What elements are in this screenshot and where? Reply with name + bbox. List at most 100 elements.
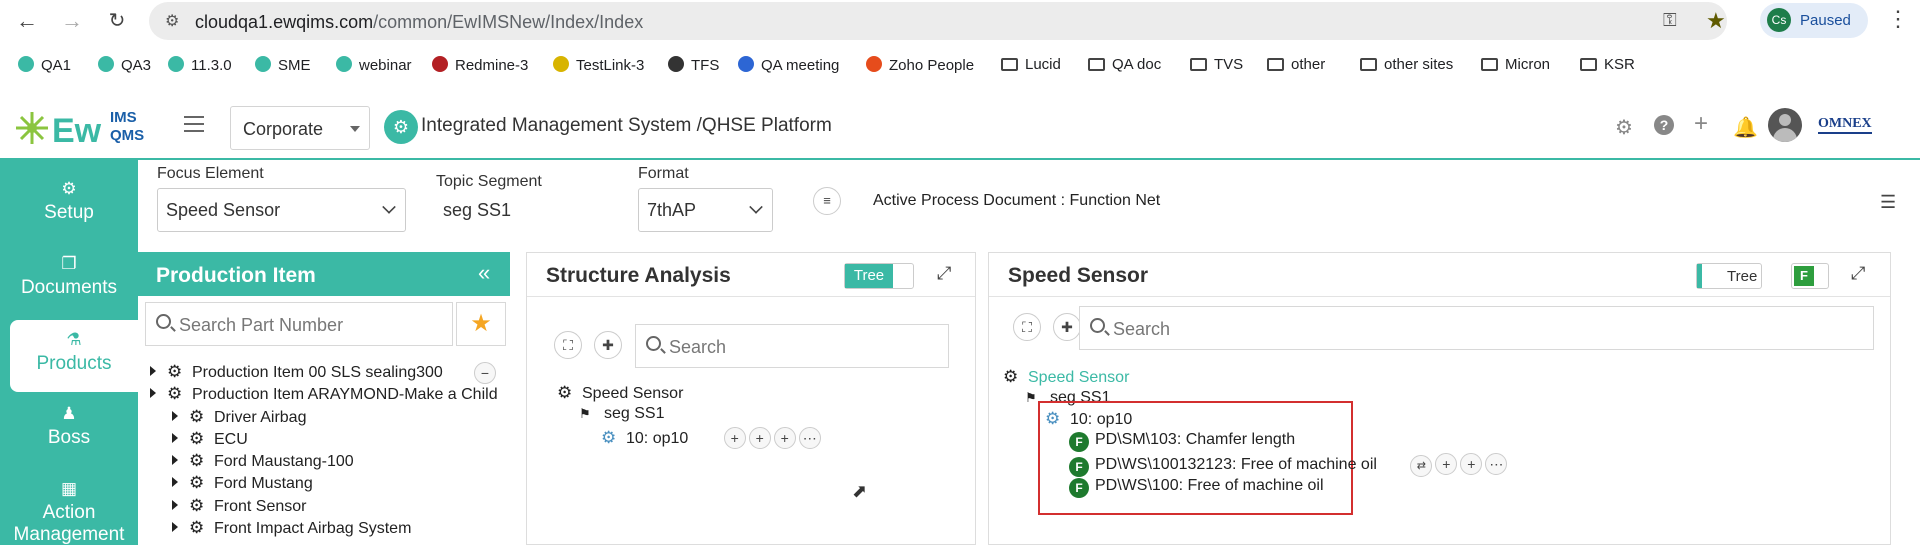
focus-element-select[interactable]: Speed Sensor xyxy=(157,188,406,232)
back-icon[interactable]: ← xyxy=(12,6,42,36)
bookmark-5[interactable]: Redmine-3 xyxy=(432,56,528,74)
shuffle-button[interactable]: ⇄ xyxy=(1410,455,1433,477)
filter-sliders-icon[interactable]: ☰ xyxy=(1880,192,1896,213)
user-avatar[interactable] xyxy=(1768,108,1802,142)
bookmark-16[interactable]: KSR xyxy=(1580,56,1635,73)
speed-sensor-search-input[interactable]: Search xyxy=(1079,306,1874,350)
tree-node-op[interactable]: ⚙ 10: op10 + + + ⋯ xyxy=(557,427,821,449)
settings-icon[interactable]: ⚙ xyxy=(1615,115,1633,140)
bookmark-14[interactable]: other sites xyxy=(1360,56,1453,73)
more-options-button[interactable]: ⋯ xyxy=(798,427,821,449)
bookmark-7[interactable]: TFS xyxy=(668,56,719,74)
reload-icon[interactable]: ↻ xyxy=(102,6,132,36)
production-tree-node[interactable]: ⚙ Front Impact Airbag System xyxy=(150,518,498,540)
expand-all-icon[interactable]: ⛶ xyxy=(1013,313,1041,341)
address-bar[interactable]: ⚙ cloudqa1.ewqims.com/common/EwIMSNew/In… xyxy=(149,2,1727,40)
add-button[interactable]: + xyxy=(1460,453,1483,475)
expand-arrow-icon[interactable] xyxy=(150,366,161,376)
function-node[interactable]: F PD\SM\103: Chamfer length xyxy=(1045,431,1507,453)
bookmark-2[interactable]: 11.3.0 xyxy=(168,56,232,74)
sidebar-item-2[interactable]: ⚗ Products xyxy=(10,320,138,392)
add-child-button[interactable]: + xyxy=(723,427,746,449)
expand-panel-icon[interactable]: ⤢ xyxy=(1851,263,1865,284)
expand-all-icon[interactable]: ⛶ xyxy=(554,331,582,359)
function-node[interactable]: F PD\WS\100132123: Free of machine oil ⇄ +… xyxy=(1045,453,1508,477)
bookmark-star-icon[interactable]: ★ xyxy=(1706,8,1726,34)
tree-toggle[interactable]: Tree xyxy=(844,263,914,289)
folder-icon xyxy=(1088,58,1105,71)
search-icon xyxy=(646,336,661,351)
help-icon[interactable]: ? xyxy=(1654,115,1674,135)
bookmark-10[interactable]: Lucid xyxy=(1001,56,1061,73)
production-item-label: Ford Maustang-100 xyxy=(214,453,354,471)
tree-node-segment[interactable]: ⚑ seg SS1 xyxy=(557,405,821,427)
tree-toggle[interactable]: Tree xyxy=(1696,263,1762,289)
expand-arrow-icon[interactable] xyxy=(150,388,161,399)
production-tree-node[interactable]: ⚙ Driver Airbag xyxy=(150,407,498,429)
site-info-icon[interactable]: ⚙ xyxy=(165,11,179,31)
bookmark-label: KSR xyxy=(1604,56,1635,73)
collapse-all-icon[interactable]: ✚ xyxy=(594,331,622,359)
bookmark-0[interactable]: QA1 xyxy=(18,56,71,74)
bookmark-1[interactable]: QA3 xyxy=(98,56,151,74)
expand-arrow-icon[interactable] xyxy=(172,477,183,488)
format-label: Format xyxy=(638,165,689,182)
profile-button[interactable]: Cs Paused xyxy=(1760,3,1868,38)
folder-icon xyxy=(1267,58,1284,71)
more-options-button[interactable]: ⋯ xyxy=(1485,453,1508,475)
browser-menu-icon[interactable]: ⋮ xyxy=(1887,6,1909,32)
bookmark-4[interactable]: webinar xyxy=(336,56,412,74)
layers-icon[interactable]: ≡ xyxy=(813,187,841,215)
collapse-left-icon[interactable]: « xyxy=(478,260,490,286)
bookmark-11[interactable]: QA doc xyxy=(1088,56,1161,73)
production-tree-node[interactable]: ⚙ Production Item 00 SLS sealing300 xyxy=(150,362,498,384)
bookmark-12[interactable]: TVS xyxy=(1190,56,1243,73)
expand-arrow-icon[interactable] xyxy=(172,522,183,533)
add-sibling-button[interactable]: + xyxy=(748,427,771,449)
production-tree-node[interactable]: ⚙ ECU xyxy=(150,429,498,451)
production-tree-node[interactable]: ⚙ Ford Mustang xyxy=(150,473,498,495)
collapse-all-icon[interactable]: ✚ xyxy=(1053,313,1081,341)
structure-search-input[interactable]: Search xyxy=(635,324,949,368)
function-badge: F xyxy=(1069,457,1089,477)
production-tree-node[interactable]: ⚙ Production Item ARAYMOND-Make a Child xyxy=(150,384,498,406)
bookmark-3[interactable]: SME xyxy=(255,56,311,74)
password-key-icon[interactable]: ⚿ xyxy=(1663,10,1677,31)
add-child-button[interactable]: + xyxy=(1435,453,1458,475)
forward-icon[interactable]: → xyxy=(57,6,87,36)
production-tree-node[interactable]: ⚙ Ford Maustang-100 xyxy=(150,451,498,473)
favorite-star-icon[interactable]: ★ xyxy=(456,302,506,346)
expand-arrow-icon[interactable] xyxy=(172,499,183,510)
production-tree-node[interactable]: ⚙ Front Sensor xyxy=(150,496,498,518)
ewqims-logo[interactable]: Ew IMS QMS xyxy=(14,104,164,155)
hamburger-menu-icon[interactable] xyxy=(184,116,204,132)
omnex-brand-logo: OMNEX xyxy=(1818,116,1872,134)
collapse-node-button[interactable]: − xyxy=(474,362,496,384)
expand-arrow-icon[interactable] xyxy=(172,410,183,421)
tree-node-op[interactable]: ⚙ 10: op10 xyxy=(1045,409,1507,431)
add-icon[interactable]: + xyxy=(1694,110,1708,138)
function-node[interactable]: F PD\WS\100: Free of machine oil xyxy=(1045,477,1507,499)
expand-arrow-icon[interactable] xyxy=(172,455,183,466)
search-part-number-input[interactable]: Search Part Number xyxy=(145,302,453,346)
bookmark-9[interactable]: Zoho People xyxy=(866,56,974,74)
notification-bell-icon[interactable]: 🔔 xyxy=(1733,115,1758,140)
f-toggle[interactable]: F xyxy=(1791,263,1829,289)
bookmark-6[interactable]: TestLink-3 xyxy=(553,56,644,74)
expand-panel-icon[interactable]: ⤢ xyxy=(937,263,951,284)
format-select[interactable]: 7thAP xyxy=(638,188,773,232)
sidebar-item-1[interactable]: ❐ Documents xyxy=(0,248,138,314)
add-button[interactable]: + xyxy=(773,427,796,449)
bookmark-label: Lucid xyxy=(1025,56,1061,73)
organization-select[interactable]: Corporate xyxy=(230,106,370,150)
bookmark-8[interactable]: QA meeting xyxy=(738,56,839,74)
building-icon: ▦ xyxy=(60,479,78,498)
sidebar-item-0[interactable]: ⚙ Setup xyxy=(0,173,138,239)
tree-node-root[interactable]: ⚙ Speed Sensor xyxy=(1003,367,1129,389)
tree-node-root[interactable]: ⚙ Speed Sensor xyxy=(557,383,821,405)
sidebar-item-3[interactable]: ♟ Boss xyxy=(0,398,138,464)
expand-arrow-icon[interactable] xyxy=(172,432,183,443)
bookmark-13[interactable]: other xyxy=(1267,56,1325,73)
sidebar-item-4[interactable]: ▦ Action Management xyxy=(0,473,138,545)
bookmark-15[interactable]: Micron xyxy=(1481,56,1550,73)
